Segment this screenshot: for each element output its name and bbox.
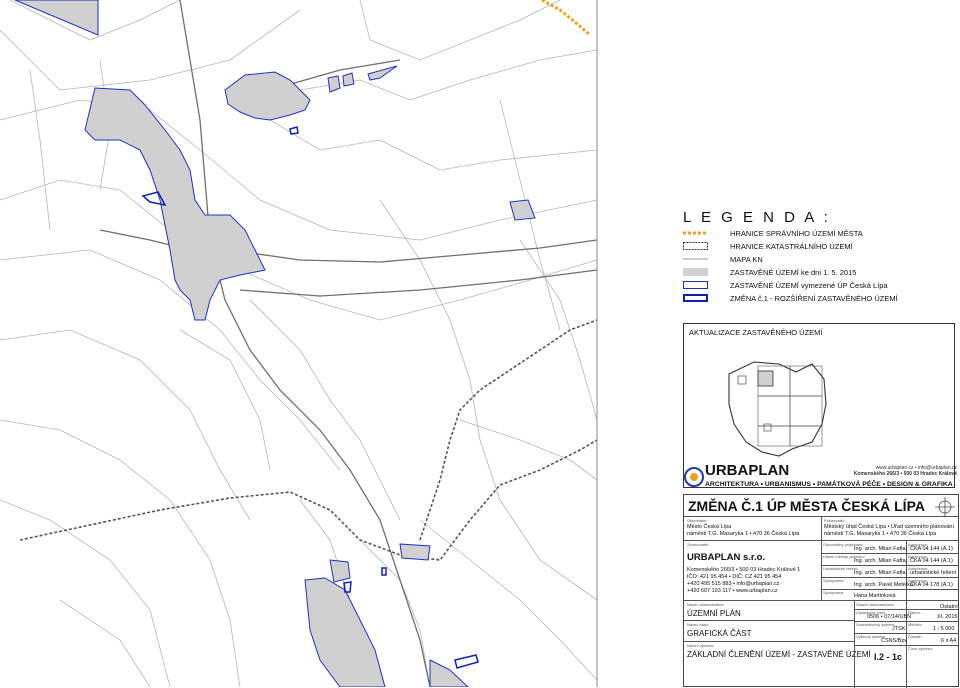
acquirer-name: Městský úřad Česká Lípa • Úřad územního …	[824, 524, 955, 530]
format-label: Formát:	[908, 634, 922, 639]
code-value: 0506 • 07/14/UBN	[867, 614, 912, 620]
processor-name: URBAPLAN s.r.o.	[687, 552, 766, 563]
scale-label: Měřítko:	[908, 622, 923, 627]
legend-item-municipal-boundary: HRANICE SPRÁVNÍHO ÚZEMÍ MĚSTA	[683, 228, 953, 239]
doc-title: ÚZEMNÍ PLÁN	[687, 609, 741, 618]
team-auth: urbanistické řešení	[910, 570, 957, 576]
urbaplan-logo-icon	[684, 467, 704, 487]
date-value: XI. 2015	[937, 614, 958, 620]
legend-item-built-area-up: ZASTAVĚNÉ ÚZEMÍ vymezené ÚP Česká Lípa	[683, 280, 953, 291]
drawing-label: Číslo výkresu:	[908, 646, 934, 651]
team-name: Ing. arch. Pavel Metelka	[854, 582, 914, 588]
update-panel-title: AKTUALIZACE ZASTAVĚNÉHO ÚZEMÍ	[689, 328, 823, 337]
legend-title: L E G E N D A :	[683, 209, 831, 226]
sheet-label: Název výkresu:	[687, 643, 715, 648]
legend-label: ZASTAVĚNÉ ÚZEMÍ ke dni 1. 5. 2015	[730, 268, 857, 277]
title-block: ZMĚNA Č.1 ÚP MĚSTA ČESKÁ LÍPA Objednatel…	[683, 494, 959, 688]
company-address: Komenského 266/3 • 500 03 Hradec Králové	[853, 471, 957, 477]
team-name: Ing. arch. Milan Fafta	[854, 558, 906, 564]
change-expansion-symbol-icon	[683, 294, 708, 302]
coord-value: JTSK	[892, 626, 906, 632]
drawing-number: I.2 - 1c	[874, 652, 903, 662]
team-auth: ČKA 04 178 (A.1)	[910, 582, 953, 588]
date-label: Datum:	[908, 610, 921, 615]
legend-label: HRANICE SPRÁVNÍHO ÚZEMÍ MĚSTA	[730, 229, 863, 238]
sheet-title: ZÁKLADNÍ ČLENĚNÍ ÚZEMÍ - ZASTAVĚNÉ ÚZEMÍ	[687, 650, 871, 659]
legend-item-cadastral-boundary: HRANICE KATASTRÁLNÍHO ÚZEMÍ	[683, 241, 953, 252]
cadastral-boundary-symbol-icon	[683, 242, 708, 250]
acquirer-label: Pořizovatel:	[824, 518, 845, 523]
team-auth: ČKA 04 144 (A.1)	[910, 546, 953, 552]
built-area-up-symbol-icon	[683, 281, 708, 289]
format-value: 6 x A4	[941, 638, 957, 644]
project-title: ZMĚNA Č.1 ÚP MĚSTA ČESKÁ LÍPA	[688, 498, 925, 514]
client-label: Objednatel:	[687, 518, 708, 523]
legend-item-change-expansion: ZMĚNA č.1 - ROZŠÍŘENÍ ZASTAVĚNÉHO ÚZEMÍ	[683, 293, 953, 304]
client-name: Město Česká Lípa	[687, 524, 732, 530]
processor-line: IČO: 421 95 454 • DIČ: CZ 421 95 454	[687, 574, 782, 580]
processor-line: Komenského 266/3 • 500 03 Hradec Králové…	[687, 567, 801, 573]
divider	[854, 645, 958, 646]
part-title: GRAFICKÁ ČÁST	[687, 629, 752, 638]
height-value: ČSNS/Bpv	[881, 638, 908, 644]
team-name: Ing. arch. Milan Fafta	[854, 546, 906, 552]
divider	[821, 540, 822, 600]
north-arrow-icon	[935, 497, 955, 517]
team-role: Spolupráce:	[823, 590, 845, 595]
stage-label: Stupeň dokumentace:	[856, 602, 895, 607]
processor-line: +420 495 515 883 • info@urbaplan.cz	[687, 581, 780, 587]
legend-label: ZASTAVĚNÉ ÚZEMÍ vymezené ÚP Česká Lípa	[730, 281, 888, 290]
scale-value: 1 : 5 000	[933, 626, 955, 632]
doc-label: Název dokumentace:	[687, 602, 725, 607]
client-address: náměstí T.G. Masaryka 1 • 470 36 Česká L…	[687, 531, 800, 537]
legend-label: ZMĚNA č.1 - ROZŠÍŘENÍ ZASTAVĚNÉHO ÚZEMÍ	[730, 294, 898, 303]
divider	[854, 600, 855, 688]
divider	[906, 540, 907, 600]
processor-line: +420 607 193 117 • www.urbaplan.cz	[687, 588, 778, 594]
acquirer-address: náměstí T.G. Masaryka 1 • 470 36 Česká L…	[824, 531, 937, 537]
legend-item-map-kn: MAPA KN	[683, 254, 953, 265]
company-logo-name: URBAPLAN	[705, 462, 790, 479]
built-area-symbol-icon	[683, 268, 708, 276]
company-logo-block: URBAPLAN www.urbaplan.cz • info@urbaplan…	[683, 462, 959, 495]
processor-label: Zpracovatel:	[687, 542, 710, 547]
team-role: Spolupráce:	[823, 578, 845, 583]
divider	[684, 620, 854, 621]
legend-label: MAPA KN	[730, 255, 763, 264]
divider	[684, 641, 854, 642]
team-name: Ing. arch. Milan Fafta	[854, 570, 906, 576]
coord-label: Souřadnicový systém:	[856, 622, 896, 627]
divider	[684, 600, 958, 601]
map-sheet: L E G E N D A : HRANICE SPRÁVNÍHO ÚZEMÍ …	[0, 0, 960, 688]
legend-item-built-area-2015: ZASTAVĚNÉ ÚZEMÍ ke dni 1. 5. 2015	[683, 267, 953, 278]
municipal-boundary-symbol-icon	[683, 231, 708, 235]
divider	[821, 516, 822, 540]
team-name: Hana Martinková	[854, 593, 896, 599]
map-kn-symbol-icon	[683, 258, 708, 260]
team-auth: ČKA 04 144 (A.1)	[910, 558, 953, 564]
company-tagline: ARCHITEKTURA • URBANISMUS • PAMÁTKOVÁ PÉ…	[705, 481, 953, 488]
legend-label: HRANICE KATASTRÁLNÍHO ÚZEMÍ	[730, 242, 853, 251]
part-label: Název části:	[687, 622, 709, 627]
